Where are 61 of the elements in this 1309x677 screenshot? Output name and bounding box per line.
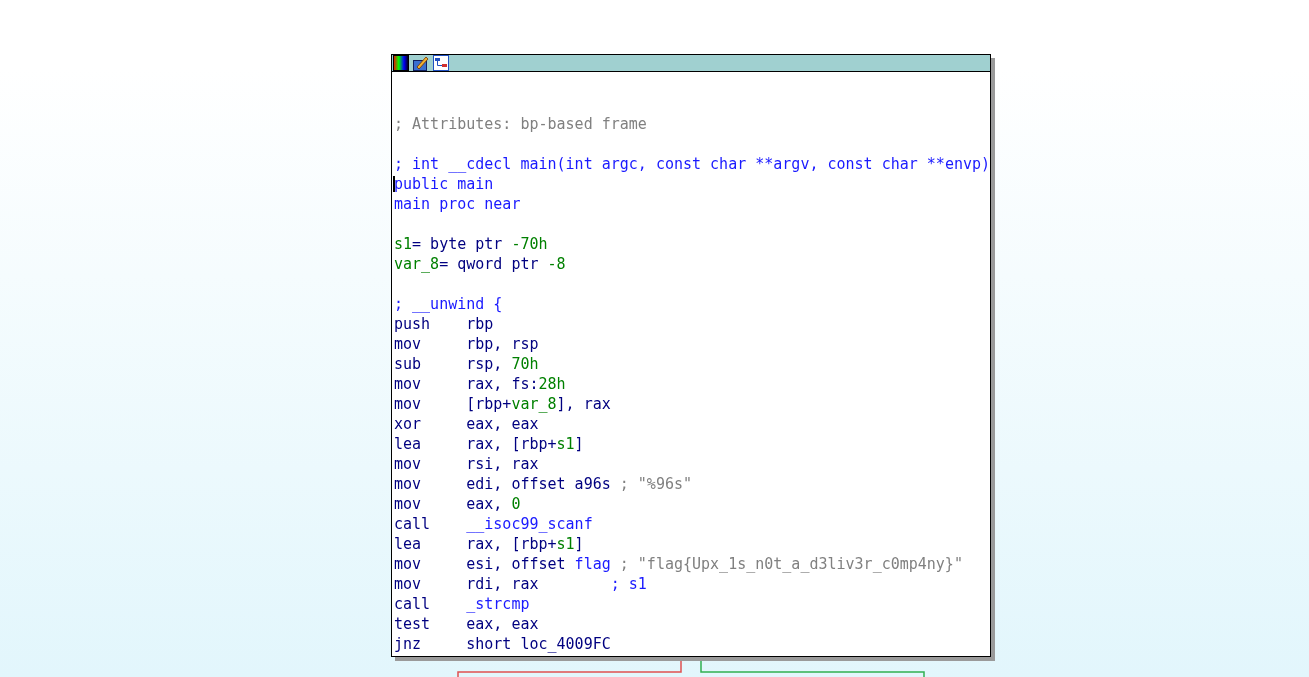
operand-text: ], rax	[556, 395, 611, 413]
symbol-name: flag	[574, 555, 611, 573]
code-text: public main	[394, 175, 494, 193]
operand-text: esi, offset	[466, 555, 567, 573]
symbol-name: __isoc99_scanf	[466, 515, 593, 533]
instruction-mnemonic: mov	[394, 574, 423, 594]
variable-name: var_8	[511, 395, 557, 413]
pencil-icon[interactable]	[413, 55, 429, 71]
number-literal: -8	[547, 255, 566, 273]
variable-name: s1	[556, 535, 575, 553]
instruction-mnemonic: mov	[394, 494, 423, 514]
variable-name: s1	[394, 235, 413, 253]
instruction-mnemonic: sub	[394, 354, 423, 374]
instruction-mnemonic: lea	[394, 534, 423, 554]
number-literal: -70h	[511, 235, 548, 253]
operand-text: eax, eax	[466, 615, 539, 633]
code-comment: ; "%96s"	[618, 475, 692, 493]
operand-text: rbp	[466, 315, 494, 333]
operand-text: rax, fs:	[466, 375, 539, 393]
instruction-mnemonic: mov	[394, 554, 423, 574]
instruction-mnemonic: mov	[394, 334, 423, 354]
operand-text: edi, offset a96s	[466, 475, 611, 493]
code-text: ; int __cdecl main(int argc, const char **argv, const char **envp)	[394, 155, 991, 173]
instruction-mnemonic: mov	[394, 374, 423, 394]
color-palette-icon[interactable]	[393, 55, 409, 71]
code-text: ; __unwind {	[394, 295, 503, 313]
instruction-mnemonic: mov	[394, 394, 423, 414]
operand-text: rsi, rax	[466, 455, 539, 473]
operand-text: = qword ptr	[439, 255, 540, 273]
variable-name: var_8	[394, 255, 440, 273]
instruction-mnemonic: push	[394, 314, 432, 334]
operand-text: ]	[574, 435, 584, 453]
operand-text: = byte ptr	[412, 235, 504, 253]
number-literal: 28h	[538, 375, 566, 393]
operand-text: ]	[574, 535, 584, 553]
number-literal: 0	[511, 495, 521, 513]
operand-text: [rbp+	[466, 395, 512, 413]
code-text: main proc near	[394, 195, 521, 213]
symbol-name: _strcmp	[466, 595, 530, 613]
code-comment: ; "flag{Upx_1s_n0t_a_d3liv3r_c0mp4ny}"	[618, 555, 963, 573]
operand-text: rsp,	[466, 355, 504, 373]
operand-text: eax, eax	[466, 415, 539, 433]
instruction-mnemonic: xor	[394, 414, 423, 434]
number-literal: 70h	[511, 355, 539, 373]
instruction-mnemonic: lea	[394, 434, 423, 454]
operand-text: rax, [rbp+	[466, 435, 557, 453]
operand-text: rax, [rbp+	[466, 535, 557, 553]
instruction-mnemonic: jnz	[394, 634, 423, 654]
instruction-mnemonic: mov	[394, 474, 423, 494]
instruction-mnemonic: test	[394, 614, 432, 634]
instruction-mnemonic: call	[394, 594, 432, 614]
code-comment: ; Attributes: bp-based frame	[394, 115, 647, 133]
instruction-mnemonic: mov	[394, 454, 423, 474]
operand-text: rbp, rsp	[466, 335, 539, 353]
operand-text: rdi, rax	[466, 575, 539, 593]
variable-name: s1	[556, 435, 575, 453]
graph-icon[interactable]	[433, 55, 449, 71]
code-comment: ; s1	[610, 574, 647, 594]
operand-text: short loc_4009FC	[466, 635, 611, 653]
operand-text: eax,	[466, 495, 504, 513]
instruction-mnemonic: call	[394, 514, 432, 534]
